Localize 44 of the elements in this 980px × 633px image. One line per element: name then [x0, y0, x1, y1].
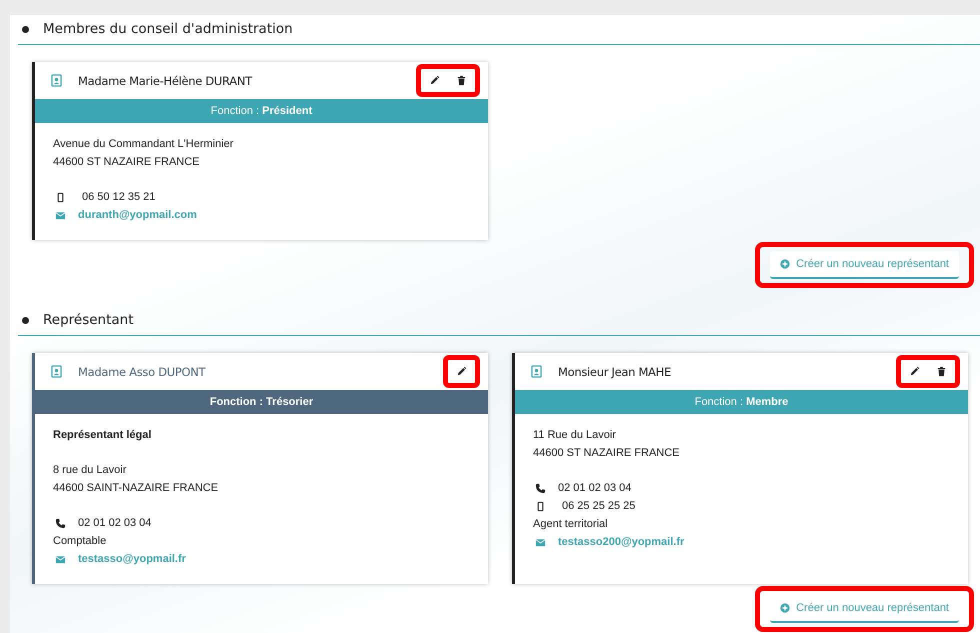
email-link[interactable]: testasso@yopmail.fr: [78, 553, 186, 565]
detail-text: 44600 ST NAZAIRE FRANCE: [533, 447, 680, 459]
envelope-icon: [55, 210, 66, 220]
plus-circle-icon: [780, 603, 790, 613]
pencil-icon[interactable]: [456, 366, 467, 377]
function-band: Fonction : Président: [35, 99, 488, 123]
create-representative-button[interactable]: Créer un nouveau représentant: [770, 251, 959, 279]
phone-number: 06 50 12 35 21: [82, 191, 156, 203]
contact-name: Madame Marie-Hélène DURANT: [78, 74, 254, 88]
contact-name: Monsieur Jean MAHE: [558, 364, 672, 378]
id-badge-icon: [531, 365, 542, 378]
detail-text: 44600 SAINT-NAZAIRE FRANCE: [53, 482, 218, 494]
phone-icon: [535, 482, 546, 494]
mobile-phone-icon: [535, 500, 546, 512]
function-band: Fonction : Membre: [515, 390, 968, 414]
function-band: Fonction : Trésorier: [35, 390, 488, 414]
mobile-phone-icon: [55, 192, 66, 202]
detail-text: 44600 ST NAZAIRE FRANCE: [53, 156, 200, 168]
phone-icon: [55, 518, 66, 528]
id-badge-icon: [51, 74, 62, 87]
detail-text: Agent territorial: [533, 518, 608, 530]
detail-text: Comptable: [53, 535, 106, 547]
email-link[interactable]: testasso200@yopmail.fr: [558, 536, 684, 548]
trash-icon[interactable]: [936, 366, 947, 377]
pencil-icon[interactable]: [909, 366, 920, 377]
section-title: Membres du conseil d'administration: [43, 21, 293, 37]
id-badge-icon: [51, 365, 62, 378]
detail-text: Avenue du Commandant L'Herminier: [53, 138, 234, 150]
detail-text: 11 Rue du Lavoir: [533, 429, 616, 441]
pencil-icon[interactable]: [429, 75, 440, 86]
phone-number: 02 01 02 03 04: [78, 517, 152, 529]
envelope-icon: [535, 536, 546, 548]
plus-circle-icon: [780, 259, 790, 269]
phone-number: 06 25 25 25 25: [562, 500, 636, 512]
section-title: Représentant: [43, 312, 134, 328]
phone-number: 02 01 02 03 04: [558, 482, 632, 494]
email-link[interactable]: duranth@yopmail.com: [78, 209, 197, 221]
bullet-icon: [22, 26, 29, 32]
trash-icon[interactable]: [456, 75, 467, 86]
bullet-icon: [22, 316, 29, 324]
envelope-icon: [55, 554, 66, 564]
detail-text: 8 rue du Lavoir: [53, 464, 126, 476]
role-label: Représentant légal: [53, 429, 152, 441]
contact-name: Madame Asso DUPONT: [78, 364, 206, 378]
